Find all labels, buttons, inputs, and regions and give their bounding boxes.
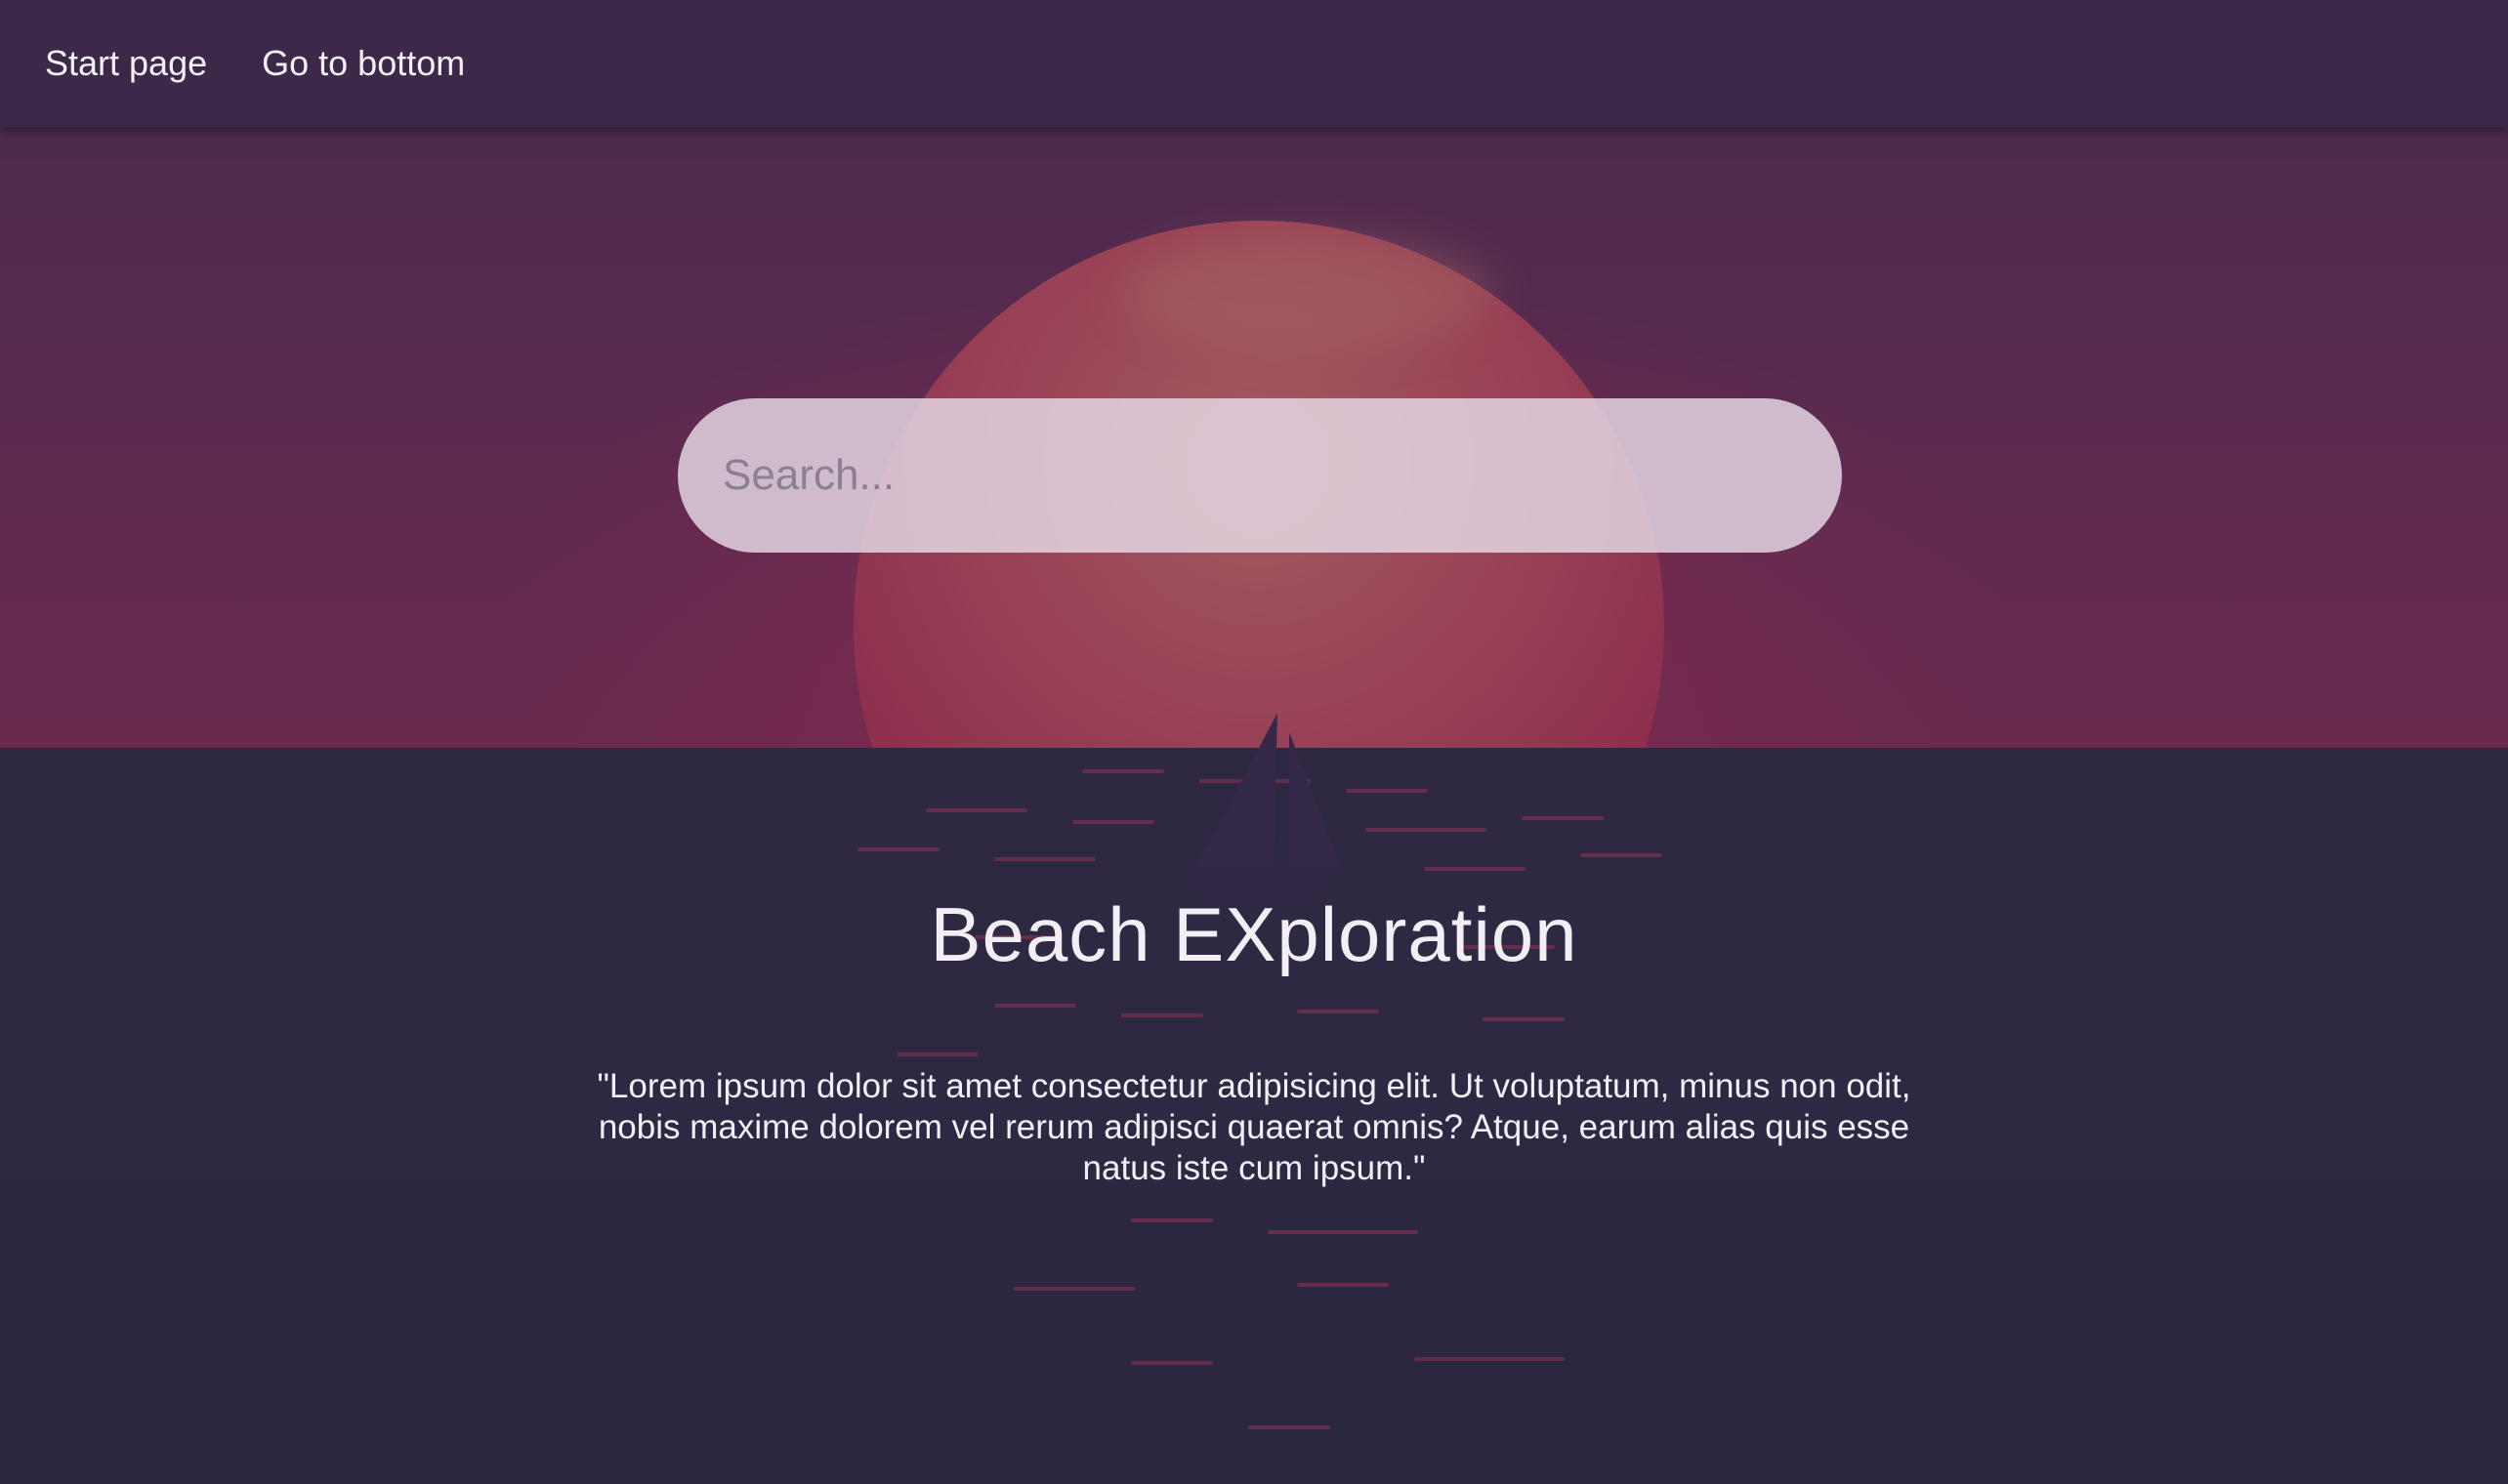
search-input[interactable] — [678, 398, 1842, 553]
page: Start page Go to bottom Beach EXploratio… — [0, 0, 2508, 1484]
nav-go-to-bottom-link[interactable]: Go to bottom — [262, 46, 465, 81]
sunset-background — [0, 0, 2508, 1484]
page-title: Beach EXploration — [930, 891, 1578, 977]
top-navigation: Start page Go to bottom — [0, 0, 2508, 127]
nav-start-page-link[interactable]: Start page — [45, 46, 207, 81]
intro-quote: "Lorem ipsum dolor sit amet consectetur … — [597, 1067, 1911, 1187]
sailboat — [1178, 713, 1344, 898]
